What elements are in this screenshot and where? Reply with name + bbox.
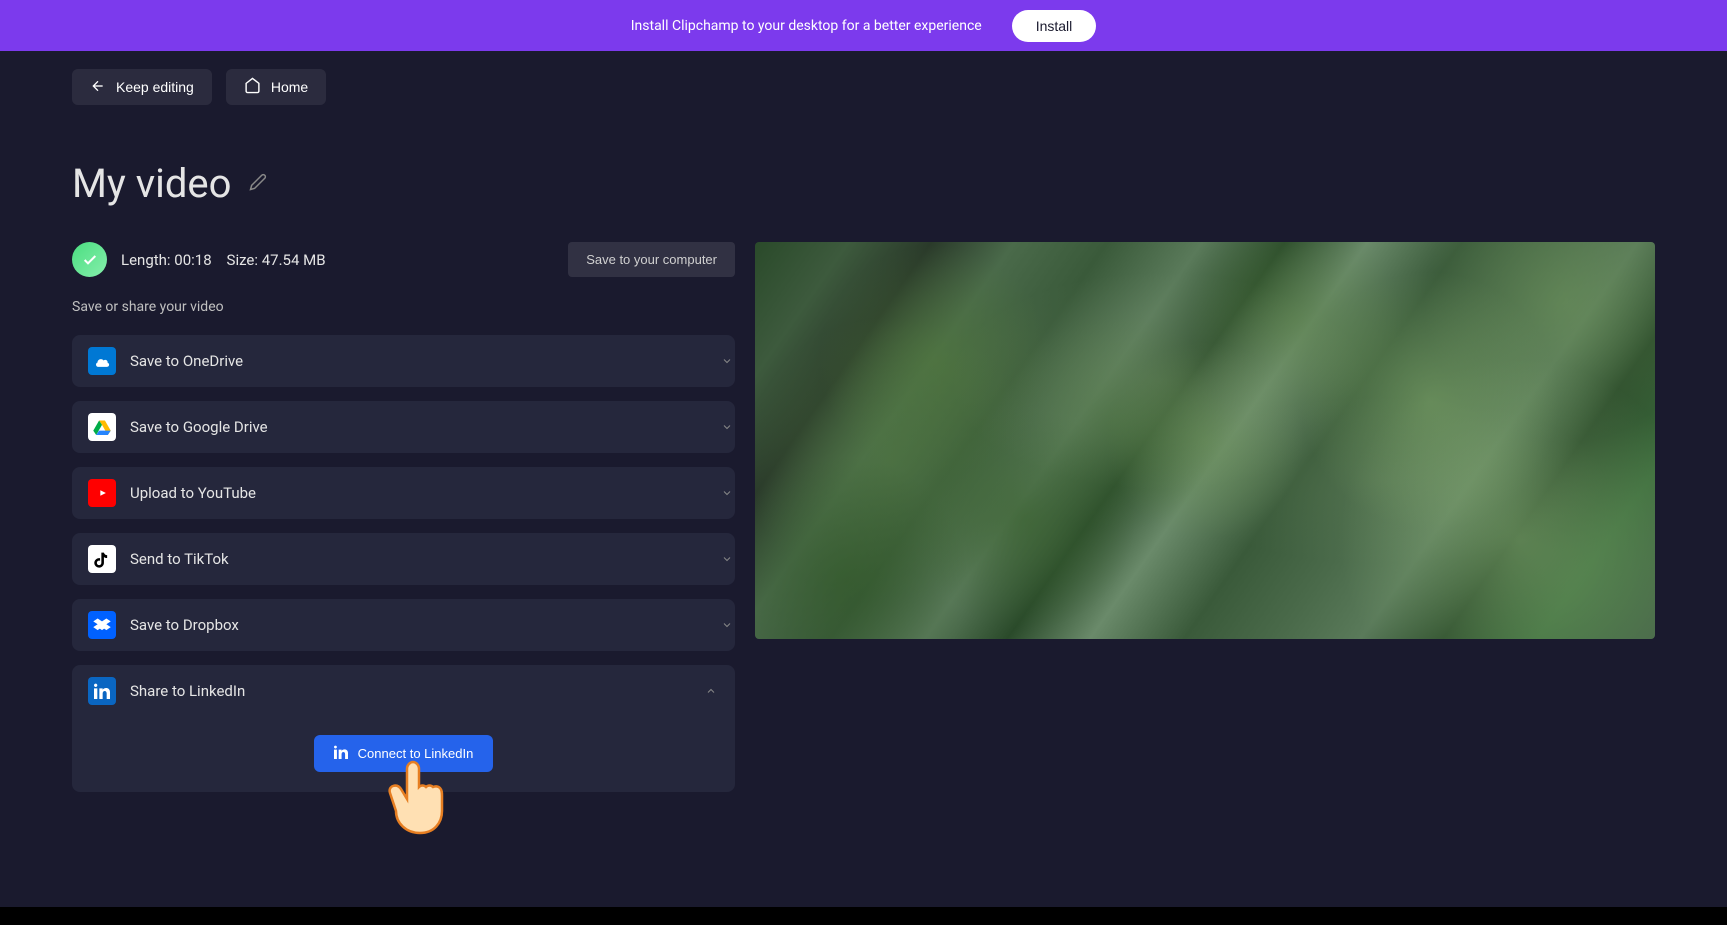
right-column (755, 242, 1655, 792)
status-complete-icon (72, 242, 107, 277)
video-header: My video (72, 160, 1655, 207)
chevron-down-icon (721, 352, 733, 371)
share-option-label: Save to Dropbox (130, 616, 239, 634)
share-option-dropbox[interactable]: Save to Dropbox (72, 599, 735, 651)
onedrive-icon (88, 347, 116, 375)
share-option-label: Save to OneDrive (130, 352, 243, 370)
share-option-onedrive[interactable]: Save to OneDrive (72, 335, 735, 387)
home-icon (244, 77, 261, 97)
connect-container: Connect to LinkedIn (88, 735, 719, 772)
share-option-label: Save to Google Drive (130, 418, 268, 436)
chevron-down-icon (721, 484, 733, 503)
chevron-down-icon (721, 418, 733, 437)
share-option-linkedin[interactable]: Share to LinkedIn (88, 677, 719, 705)
edit-title-button[interactable] (245, 169, 271, 198)
video-preview-thumbnail[interactable] (755, 242, 1655, 639)
home-label: Home (271, 79, 308, 95)
home-button[interactable]: Home (226, 69, 326, 105)
share-option-label: Share to LinkedIn (130, 682, 245, 700)
linkedin-small-icon (334, 745, 348, 762)
share-section-label: Save or share your video (72, 299, 735, 315)
install-banner-text: Install Clipchamp to your desktop for a … (631, 18, 982, 34)
connect-linkedin-button[interactable]: Connect to LinkedIn (314, 735, 494, 772)
video-info: Length: 00:18 Size: 47.54 MB (121, 251, 326, 269)
share-option-label: Upload to YouTube (130, 484, 256, 502)
tiktok-icon (88, 545, 116, 573)
install-banner: Install Clipchamp to your desktop for a … (0, 0, 1727, 51)
info-left: Length: 00:18 Size: 47.54 MB (72, 242, 326, 277)
bottom-bar (0, 907, 1727, 925)
chevron-down-icon (721, 550, 733, 569)
install-button[interactable]: Install (1012, 10, 1097, 42)
dropbox-icon (88, 611, 116, 639)
chevron-down-icon (721, 616, 733, 635)
keep-editing-button[interactable]: Keep editing (72, 69, 212, 105)
youtube-icon (88, 479, 116, 507)
main-container: Keep editing Home My video (0, 51, 1727, 810)
share-options-list: Save to OneDrive Save to Google Dri (72, 335, 735, 792)
info-row: Length: 00:18 Size: 47.54 MB Save to you… (72, 242, 735, 277)
connect-linkedin-label: Connect to LinkedIn (358, 746, 474, 761)
save-to-computer-button[interactable]: Save to your computer (568, 242, 735, 277)
nav-buttons: Keep editing Home (72, 69, 1655, 105)
length-label: Length: (121, 251, 171, 269)
content-row: Length: 00:18 Size: 47.54 MB Save to you… (72, 242, 1655, 792)
chevron-up-icon (705, 682, 717, 701)
arrow-left-icon (90, 78, 106, 97)
size-label: Size: (227, 251, 258, 269)
left-column: Length: 00:18 Size: 47.54 MB Save to you… (72, 242, 735, 792)
google-drive-icon (88, 413, 116, 441)
size-value: 47.54 MB (262, 251, 326, 269)
share-option-youtube[interactable]: Upload to YouTube (72, 467, 735, 519)
share-option-linkedin-expanded: Share to LinkedIn Connect t (72, 665, 735, 792)
linkedin-icon (88, 677, 116, 705)
share-option-tiktok[interactable]: Send to TikTok (72, 533, 735, 585)
share-option-label: Send to TikTok (130, 550, 229, 568)
pencil-icon (249, 179, 267, 194)
keep-editing-label: Keep editing (116, 79, 194, 95)
share-option-google-drive[interactable]: Save to Google Drive (72, 401, 735, 453)
length-value: 00:18 (174, 251, 211, 269)
video-title: My video (72, 160, 231, 207)
